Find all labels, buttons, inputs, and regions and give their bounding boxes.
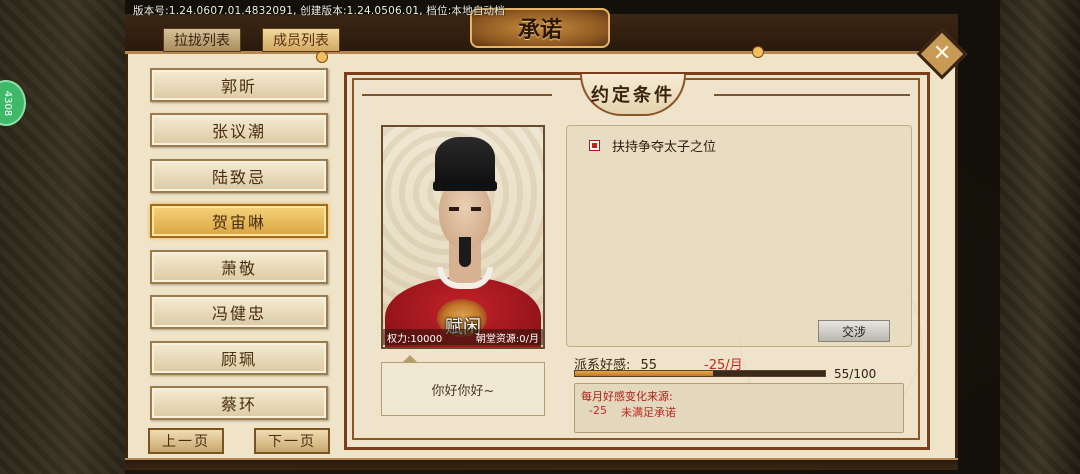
condition-item[interactable]: 扶持争夺太子之位 [589,136,716,155]
resource-value: 朝堂资源:0/月 [475,333,539,345]
version-info: 版本号:1.24.0607.01.4832091, 创建版本:1.24.0506… [133,5,505,17]
background-right-scene [1000,0,1080,474]
character-portrait[interactable]: 赋闲 权力:10000 朝堂资源:0/月 [381,125,545,349]
member-item[interactable]: 冯健忠 [150,295,328,329]
prev-page-button[interactable]: 上一页 [148,428,224,454]
favor-progress-bar [574,370,826,377]
speech-bubble: 你好你好~ [381,355,545,416]
member-item[interactable]: 郭昕 [150,68,328,102]
condition-text: 扶持争夺太子之位 [612,140,717,155]
favor-progress-fill [575,371,713,376]
decorative-line [362,94,552,96]
conditions-box: 扶持争夺太子之位 [566,125,912,347]
eyes [449,207,481,211]
background-left-scene [0,0,125,474]
monthly-change-title: 每月好感变化来源: [581,390,673,403]
tab-recruit-list[interactable]: 拉拢列表 [163,28,241,52]
character-stats: 权力:10000 朝堂资源:0/月 [383,329,543,345]
dialog-bottom-bar [125,458,958,470]
hat-brim [433,181,497,191]
monthly-change-box: 每月好感变化来源: -25 未满足承诺 [574,383,904,433]
member-item[interactable]: 顾珮 [150,341,328,375]
change-amount: -25 [589,404,607,417]
decorative-line [714,94,910,96]
beard [459,237,471,267]
side-badge-value: 4308 [1,90,13,116]
member-item-selected[interactable]: 贺宙啉 [150,204,328,238]
next-page-button[interactable]: 下一页 [254,428,330,454]
pin-icon [752,46,764,58]
monthly-change-entry: -25 未满足承诺 [589,404,676,420]
pin-icon [316,51,328,63]
power-value: 权力:10000 [387,333,443,345]
change-reason: 未满足承诺 [620,406,676,419]
favor-progress-text: 55/100 [834,367,877,381]
member-item[interactable]: 萧敬 [150,250,328,284]
tab-member-list[interactable]: 成员列表 [262,28,340,52]
member-item[interactable]: 蔡环 [150,386,328,420]
member-item[interactable]: 陆致忌 [150,159,328,193]
close-icon: ✕ [932,41,952,66]
checkbox-checked-icon[interactable] [589,140,600,151]
member-item[interactable]: 张议潮 [150,113,328,147]
negotiate-button[interactable]: 交涉 [818,320,890,342]
